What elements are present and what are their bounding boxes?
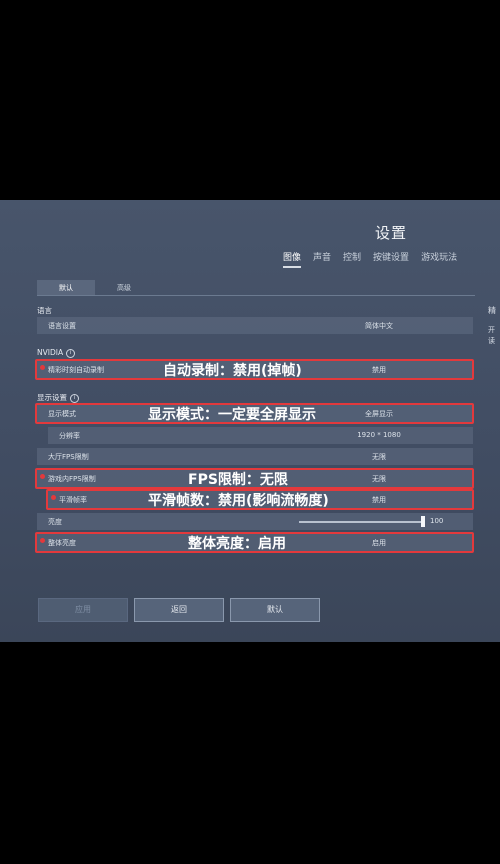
back-button[interactable]: 返回 — [134, 598, 224, 622]
annotation-auto-record: 自动录制：禁用(掉帧) — [163, 363, 302, 379]
info-icon[interactable]: i — [66, 348, 76, 358]
language-setting-value[interactable]: 简体中文 — [344, 321, 414, 331]
brightness-value: 100 — [430, 517, 444, 525]
tab-keybindings[interactable]: 按键设置 — [373, 250, 409, 268]
display-header-label: 显示设置 — [37, 393, 67, 402]
tab-sound[interactable]: 声音 — [313, 250, 331, 268]
annotation-ingame-fps: FPS限制：无限 — [188, 472, 288, 488]
side-panel-title: 精 — [488, 306, 496, 315]
nvidia-section-header: NVIDIA i — [37, 348, 76, 358]
tab-image[interactable]: 图像 — [283, 250, 302, 268]
lobby-fps-row[interactable]: 大厅FPS限制 无限 — [37, 448, 473, 465]
brightness-slider-handle[interactable] — [421, 516, 425, 527]
language-setting-row[interactable]: 语言设置 简体中文 — [37, 317, 473, 334]
brightness-label: 亮度 — [48, 518, 62, 526]
lobby-fps-value[interactable]: 无限 — [344, 452, 414, 462]
resolution-label: 分辨率 — [59, 432, 80, 440]
sub-tab-bar: 默认 高级 — [37, 280, 153, 296]
info-icon[interactable]: i — [70, 393, 79, 403]
display-section-header: 显示设置 i — [37, 392, 79, 403]
default-button[interactable]: 默认 — [230, 598, 320, 622]
language-section-header: 语言 — [37, 306, 52, 315]
subtab-advanced[interactable]: 高级 — [95, 280, 153, 296]
settings-panel: 设置 图像 声音 控制 按键设置 游戏玩法 默认 高级 语言 语言设置 简体中文… — [0, 200, 500, 642]
tab-gameplay[interactable]: 游戏玩法 — [421, 250, 457, 268]
page-title: 设置 — [375, 224, 408, 242]
lobby-fps-label: 大厅FPS限制 — [48, 453, 89, 461]
language-setting-label: 语言设置 — [48, 322, 76, 330]
nvidia-header-label: NVIDIA — [37, 348, 64, 357]
resolution-value[interactable]: 1920 * 1080 — [344, 431, 414, 439]
main-tab-bar: 图像 声音 控制 按键设置 游戏玩法 — [283, 250, 457, 268]
subtab-default[interactable]: 默认 — [37, 280, 95, 296]
tab-controls[interactable]: 控制 — [343, 250, 361, 268]
subtab-divider — [37, 295, 475, 296]
resolution-row[interactable]: 分辨率 1920 * 1080 — [48, 427, 473, 444]
apply-button[interactable]: 应用 — [38, 598, 128, 622]
side-panel-line-2: 读 — [488, 337, 495, 345]
annotation-display-mode: 显示模式：一定要全屏显示 — [148, 407, 316, 423]
annotation-overall-brightness: 整体亮度：启用 — [188, 536, 286, 552]
brightness-row: 亮度 100 — [37, 513, 473, 530]
brightness-slider[interactable] — [299, 521, 425, 523]
side-panel-line-1: 开 — [488, 326, 495, 334]
annotation-smooth-framerate: 平滑帧数：禁用(影响流畅度) — [148, 493, 329, 509]
